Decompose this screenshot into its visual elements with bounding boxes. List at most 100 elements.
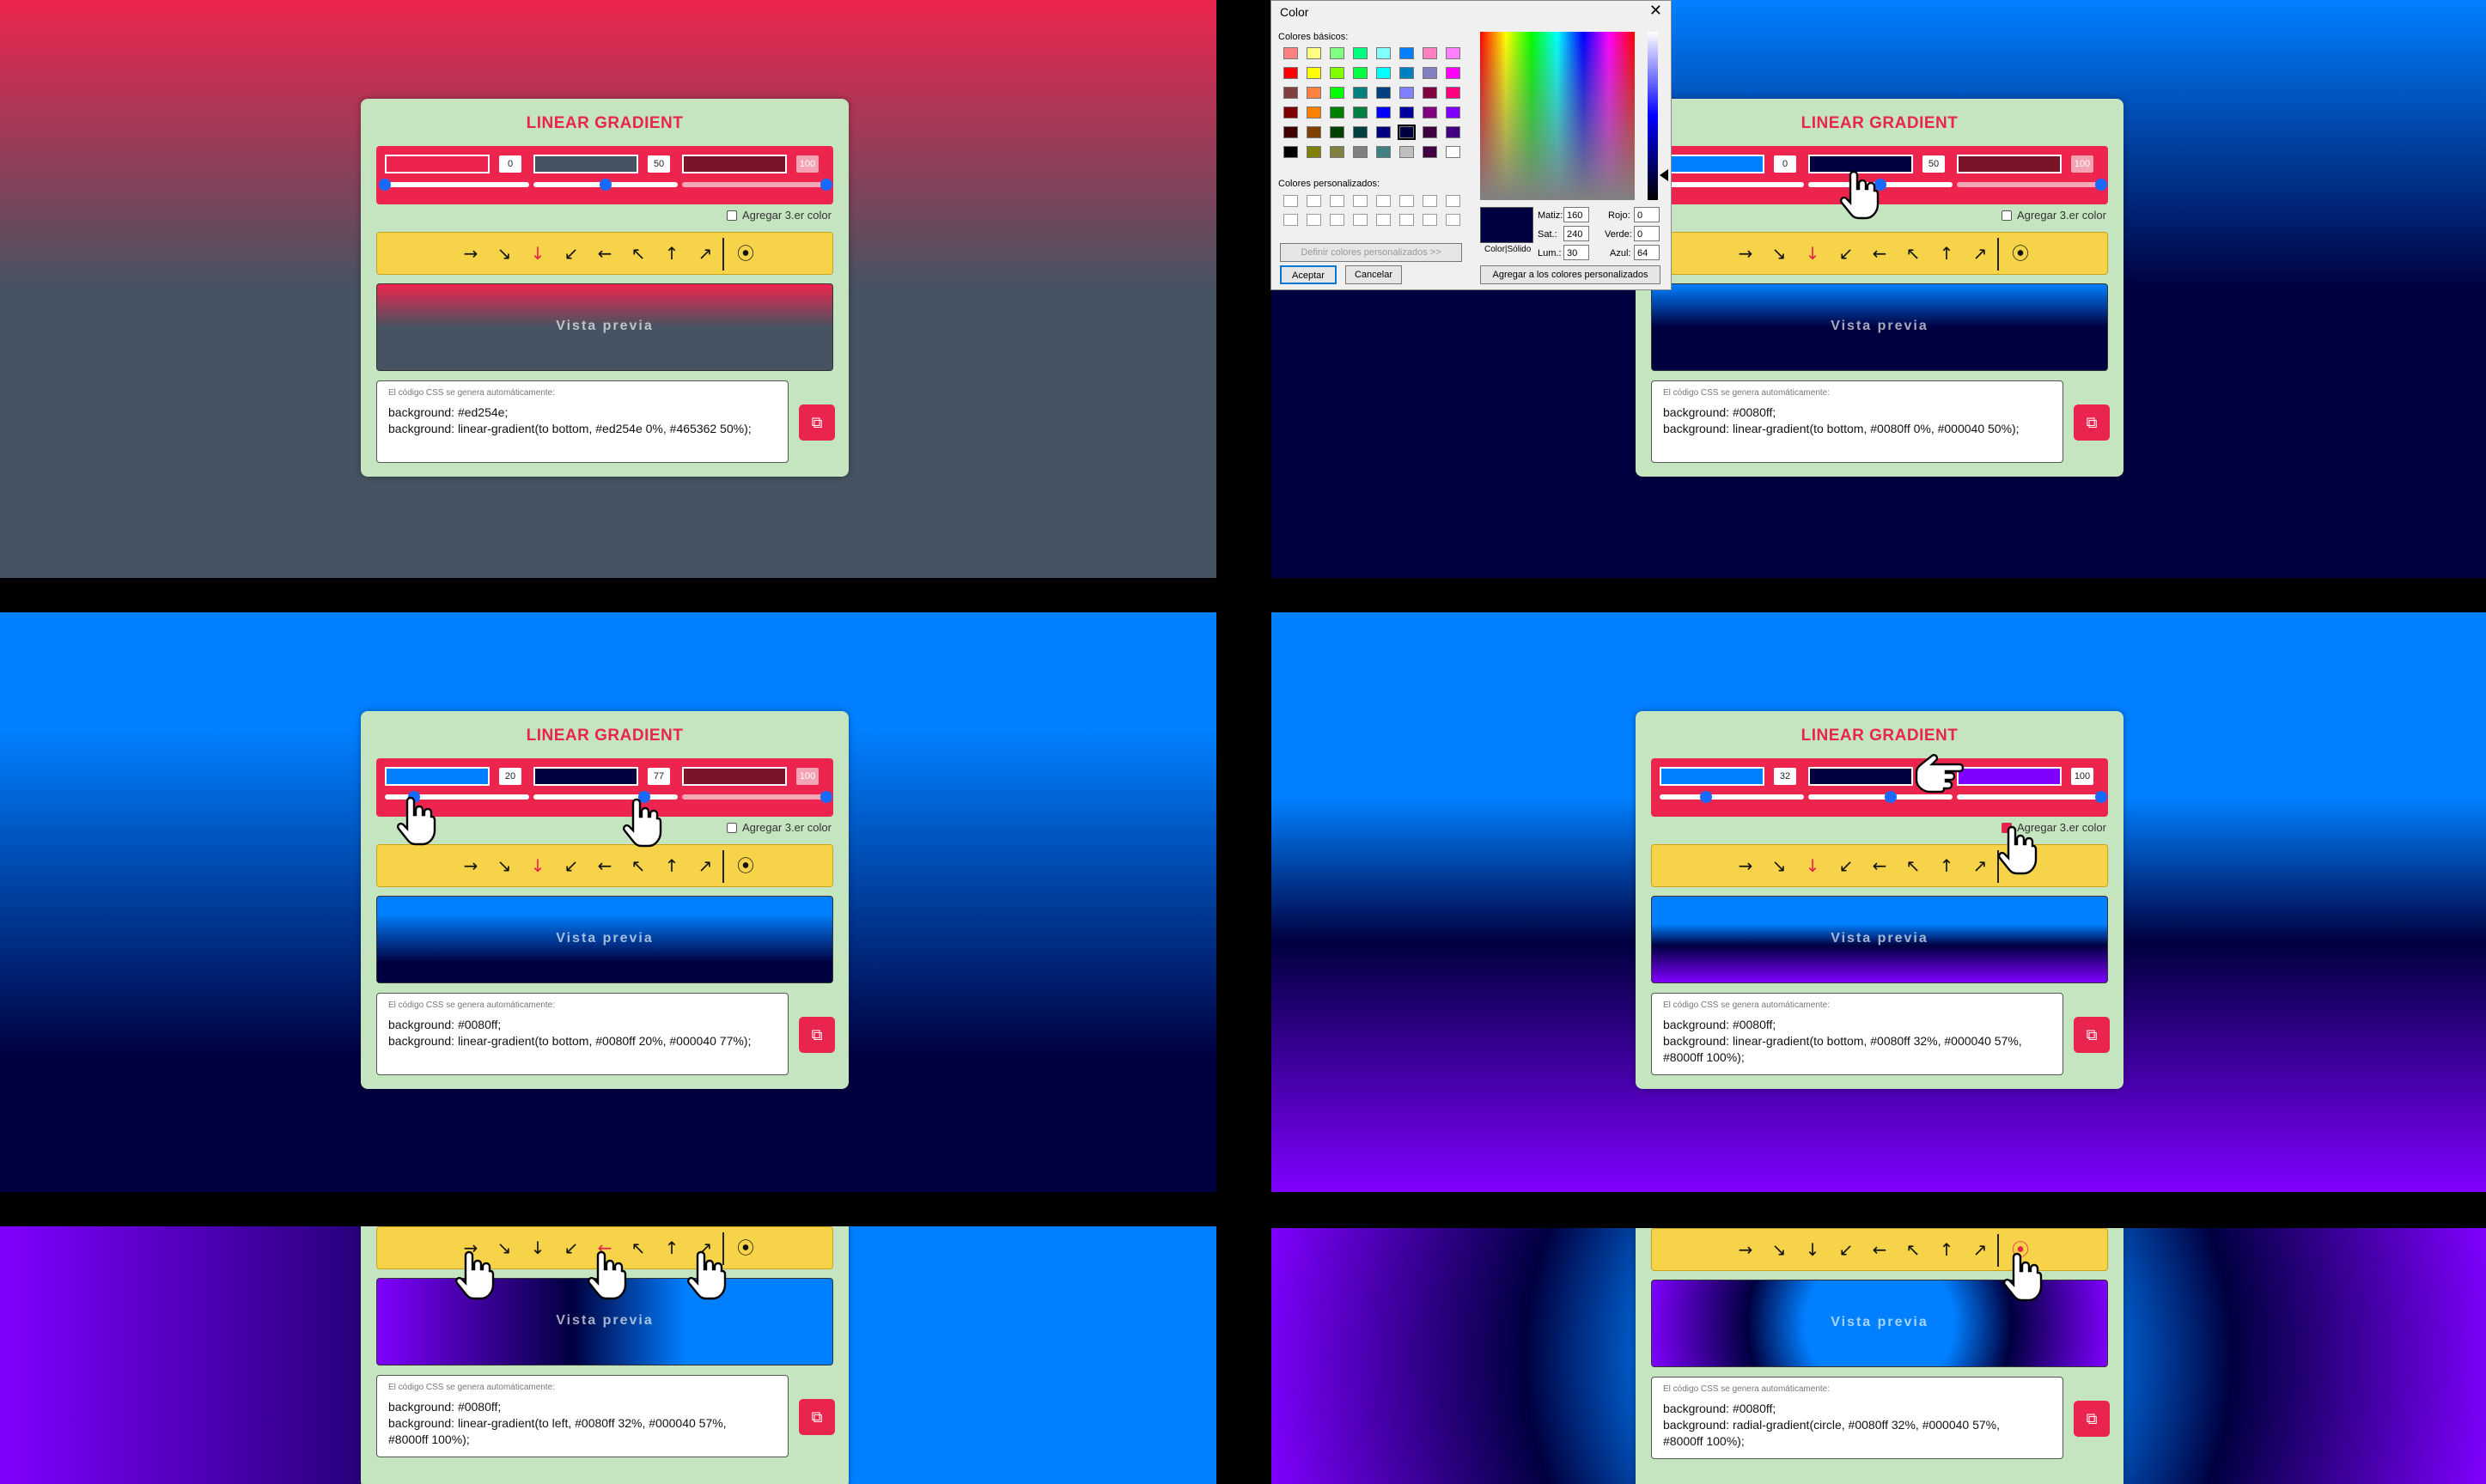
color-swatch-1[interactable] <box>1660 767 1764 786</box>
basic-color-swatch[interactable] <box>1446 87 1460 99</box>
stop-position-1[interactable]: 20 <box>499 768 521 785</box>
basic-color-swatch[interactable] <box>1330 106 1344 119</box>
basic-color-swatch[interactable] <box>1446 106 1460 119</box>
spectrum-field[interactable] <box>1480 32 1635 200</box>
dir-down-left-button[interactable]: ↙ <box>558 1236 584 1260</box>
basic-color-swatch[interactable] <box>1330 126 1344 138</box>
custom-color-swatch[interactable] <box>1376 214 1391 226</box>
dir-right-button[interactable]: → <box>1733 241 1758 265</box>
basic-color-swatch[interactable] <box>1376 87 1391 99</box>
dir-down-right-button[interactable]: ↘ <box>1766 854 1792 878</box>
slider-thumb[interactable] <box>600 179 612 191</box>
dir-up-button[interactable]: ↑ <box>659 241 685 265</box>
slider-thumb[interactable] <box>1884 791 1897 803</box>
dir-down-button[interactable]: ↓ <box>1800 854 1825 878</box>
color-swatch-1[interactable] <box>385 767 490 786</box>
basic-color-swatch[interactable] <box>1283 47 1298 59</box>
basic-color-swatch[interactable] <box>1399 106 1414 119</box>
stop-slider-3[interactable] <box>1957 791 2107 803</box>
dir-left-button[interactable]: ← <box>592 241 618 265</box>
custom-color-swatch[interactable] <box>1399 214 1414 226</box>
radial-button[interactable]: ⦿ <box>2008 241 2033 265</box>
basic-color-swatch[interactable] <box>1376 146 1391 158</box>
basic-color-swatch[interactable] <box>1376 47 1391 59</box>
custom-color-swatch[interactable] <box>1423 195 1437 207</box>
basic-color-swatch[interactable] <box>1307 106 1321 119</box>
css-output[interactable]: El código CSS se genera automáticamente:… <box>376 993 789 1075</box>
radial-button[interactable]: ⦿ <box>733 241 759 265</box>
stop-position-1[interactable]: 0 <box>499 155 521 173</box>
luminance-slider[interactable] <box>1648 32 1658 200</box>
dir-right-button[interactable]: → <box>1733 854 1758 878</box>
custom-color-swatch[interactable] <box>1330 214 1344 226</box>
basic-color-swatch[interactable] <box>1446 47 1460 59</box>
basic-color-swatch[interactable] <box>1376 106 1391 119</box>
dir-down-right-button[interactable]: ↘ <box>1766 241 1792 265</box>
third-color-toggle[interactable]: Agregar 3.er color <box>726 821 832 834</box>
cancel-button[interactable]: Cancelar <box>1345 265 1402 284</box>
dir-up-left-button[interactable]: ↖ <box>1900 1238 1926 1262</box>
third-color-checkbox[interactable] <box>726 822 737 833</box>
basic-color-swatch[interactable] <box>1423 47 1437 59</box>
dir-down-left-button[interactable]: ↙ <box>1833 241 1859 265</box>
copy-button[interactable]: ⧉ <box>799 404 835 441</box>
basic-color-swatch[interactable] <box>1398 125 1416 140</box>
basic-color-swatch[interactable] <box>1307 47 1321 59</box>
custom-color-swatch[interactable] <box>1446 214 1460 226</box>
dir-right-button[interactable]: → <box>1733 1238 1758 1262</box>
basic-color-swatch[interactable] <box>1307 126 1321 138</box>
copy-button[interactable]: ⧉ <box>799 1017 835 1053</box>
basic-color-swatch[interactable] <box>1307 146 1321 158</box>
basic-color-swatch[interactable] <box>1283 146 1298 158</box>
basic-color-swatch[interactable] <box>1330 67 1344 79</box>
close-icon[interactable]: ✕ <box>1649 2 1662 20</box>
basic-color-swatch[interactable] <box>1446 67 1460 79</box>
green-input[interactable]: 0 <box>1634 226 1660 241</box>
slider-thumb[interactable] <box>2095 791 2107 803</box>
dir-left-button[interactable]: ← <box>1867 1238 1892 1262</box>
dir-down-button[interactable]: ↓ <box>1800 1238 1825 1262</box>
copy-button[interactable]: ⧉ <box>2074 1017 2110 1053</box>
dir-up-right-button[interactable]: ↗ <box>1967 854 1993 878</box>
third-color-toggle[interactable]: Agregar 3.er color <box>726 209 832 222</box>
dir-down-left-button[interactable]: ↙ <box>1833 1238 1859 1262</box>
dir-up-button[interactable]: ↑ <box>1934 854 1959 878</box>
basic-color-swatch[interactable] <box>1423 87 1437 99</box>
ok-button[interactable]: Aceptar <box>1280 265 1337 284</box>
basic-color-swatch[interactable] <box>1446 126 1460 138</box>
basic-color-swatch[interactable] <box>1399 146 1414 158</box>
color-swatch-2[interactable] <box>1808 767 1913 786</box>
color-swatch-2[interactable] <box>533 155 638 173</box>
dir-up-left-button[interactable]: ↖ <box>625 854 651 878</box>
stop-position-1[interactable]: 32 <box>1774 768 1796 785</box>
add-custom-color-button[interactable]: Agregar a los colores personalizados <box>1480 265 1660 284</box>
basic-color-swatch[interactable] <box>1423 126 1437 138</box>
dir-down-right-button[interactable]: ↘ <box>491 241 517 265</box>
dir-up-left-button[interactable]: ↖ <box>1900 854 1926 878</box>
slider-thumb[interactable] <box>1699 791 1712 803</box>
custom-color-swatch[interactable] <box>1307 214 1321 226</box>
color-swatch-2[interactable] <box>533 767 638 786</box>
stop-slider-1[interactable] <box>379 179 529 191</box>
dir-down-button[interactable]: ↓ <box>1800 241 1825 265</box>
custom-color-swatch[interactable] <box>1446 195 1460 207</box>
copy-button[interactable]: ⧉ <box>2074 404 2110 441</box>
css-output[interactable]: El código CSS se genera automáticamente:… <box>376 1375 789 1457</box>
copy-button[interactable]: ⧉ <box>2074 1401 2110 1437</box>
basic-color-swatch[interactable] <box>1307 67 1321 79</box>
color-swatch-3[interactable] <box>1957 767 2062 786</box>
basic-color-swatch[interactable] <box>1353 87 1368 99</box>
dir-left-button[interactable]: ← <box>592 854 618 878</box>
dir-up-right-button[interactable]: ↗ <box>1967 1238 1993 1262</box>
dir-down-left-button[interactable]: ↙ <box>558 241 584 265</box>
basic-color-swatch[interactable] <box>1376 67 1391 79</box>
custom-color-swatch[interactable] <box>1283 195 1298 207</box>
css-output[interactable]: El código CSS se genera automáticamente:… <box>1651 1377 2063 1459</box>
dir-up-button[interactable]: ↑ <box>659 1236 685 1260</box>
sat-input[interactable]: 240 <box>1563 226 1589 241</box>
dir-up-left-button[interactable]: ↖ <box>1900 241 1926 265</box>
basic-color-swatch[interactable] <box>1330 47 1344 59</box>
stop-slider-1[interactable] <box>1660 791 1804 803</box>
lum-input[interactable]: 30 <box>1563 245 1589 260</box>
dir-down-right-button[interactable]: ↘ <box>491 854 517 878</box>
